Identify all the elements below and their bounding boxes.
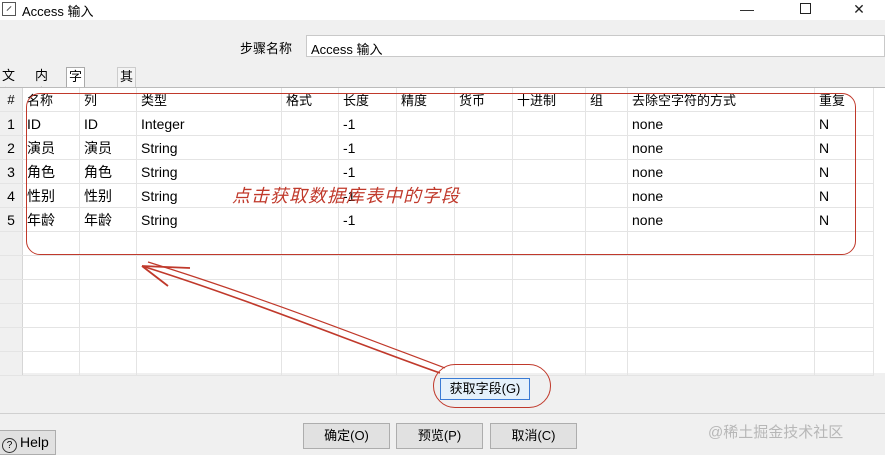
help-icon: ? [2, 438, 17, 453]
annotation-text: 点击获取数据库表中的字段 [232, 186, 460, 207]
watermark: @稀土掘金技术社区 [708, 424, 844, 441]
help-label: Help [20, 434, 49, 450]
divider [0, 413, 885, 414]
get-fields-button[interactable]: 获取字段(G) [440, 378, 530, 400]
cancel-button[interactable]: 取消(C) [490, 423, 577, 449]
ok-button[interactable]: 确定(O) [303, 423, 390, 449]
help-button[interactable]: ? Help [0, 430, 56, 455]
preview-button[interactable]: 预览(P) [396, 423, 483, 449]
